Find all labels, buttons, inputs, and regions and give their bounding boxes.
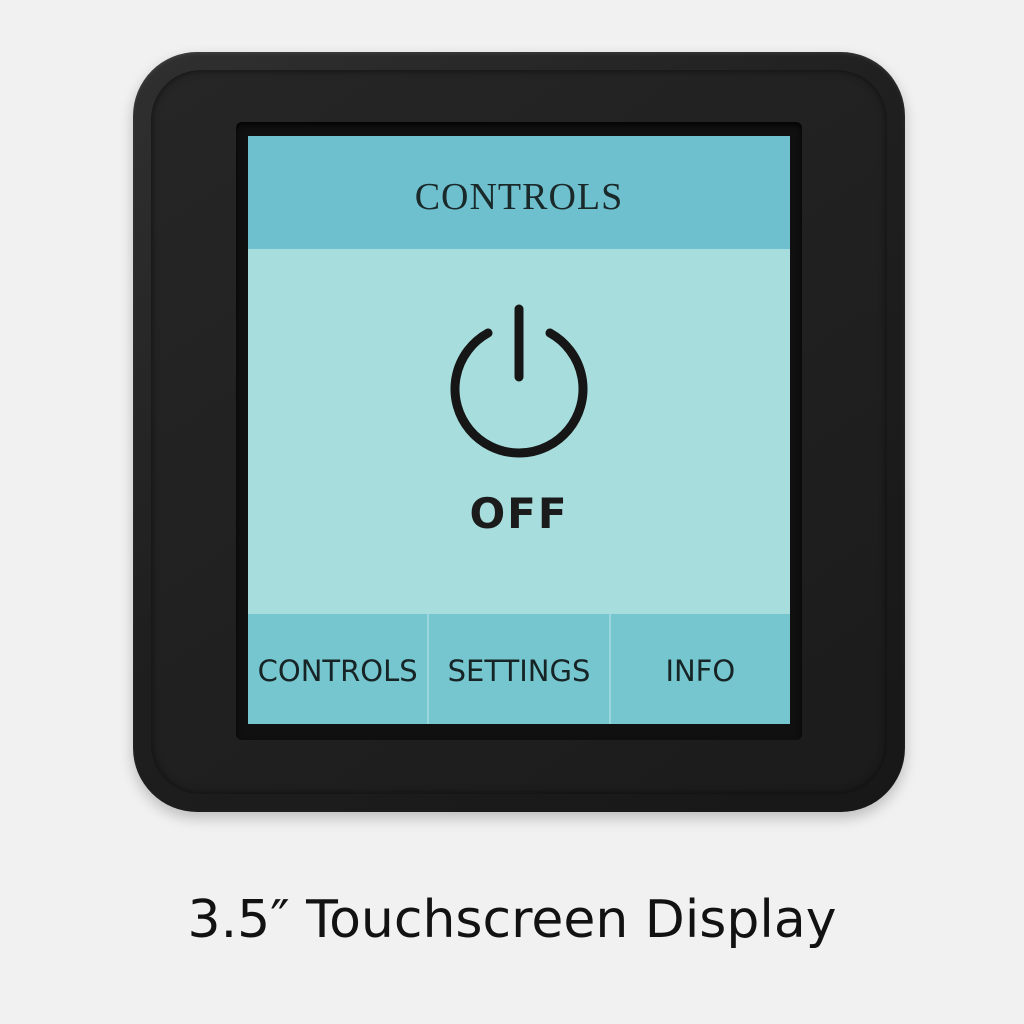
screen-body: OFF xyxy=(248,249,790,614)
tab-bar: CONTROLS SETTINGS INFO xyxy=(248,614,790,724)
power-button[interactable] xyxy=(444,303,594,463)
screen-header: CONTROLS xyxy=(248,136,790,249)
tab-settings[interactable]: SETTINGS xyxy=(427,614,608,724)
power-icon xyxy=(450,304,588,458)
tab-controls[interactable]: CONTROLS xyxy=(248,614,427,724)
page-title: CONTROLS xyxy=(414,175,624,218)
product-caption: 3.5″ Touchscreen Display xyxy=(187,890,837,950)
power-state-label: OFF xyxy=(469,489,569,538)
tab-info[interactable]: INFO xyxy=(608,614,790,724)
product-photo: CONTROLS OFF CONTROLS SETTINGS INFO 3.5″… xyxy=(0,0,1024,1024)
touchscreen: CONTROLS OFF CONTROLS SETTINGS INFO xyxy=(248,136,790,724)
